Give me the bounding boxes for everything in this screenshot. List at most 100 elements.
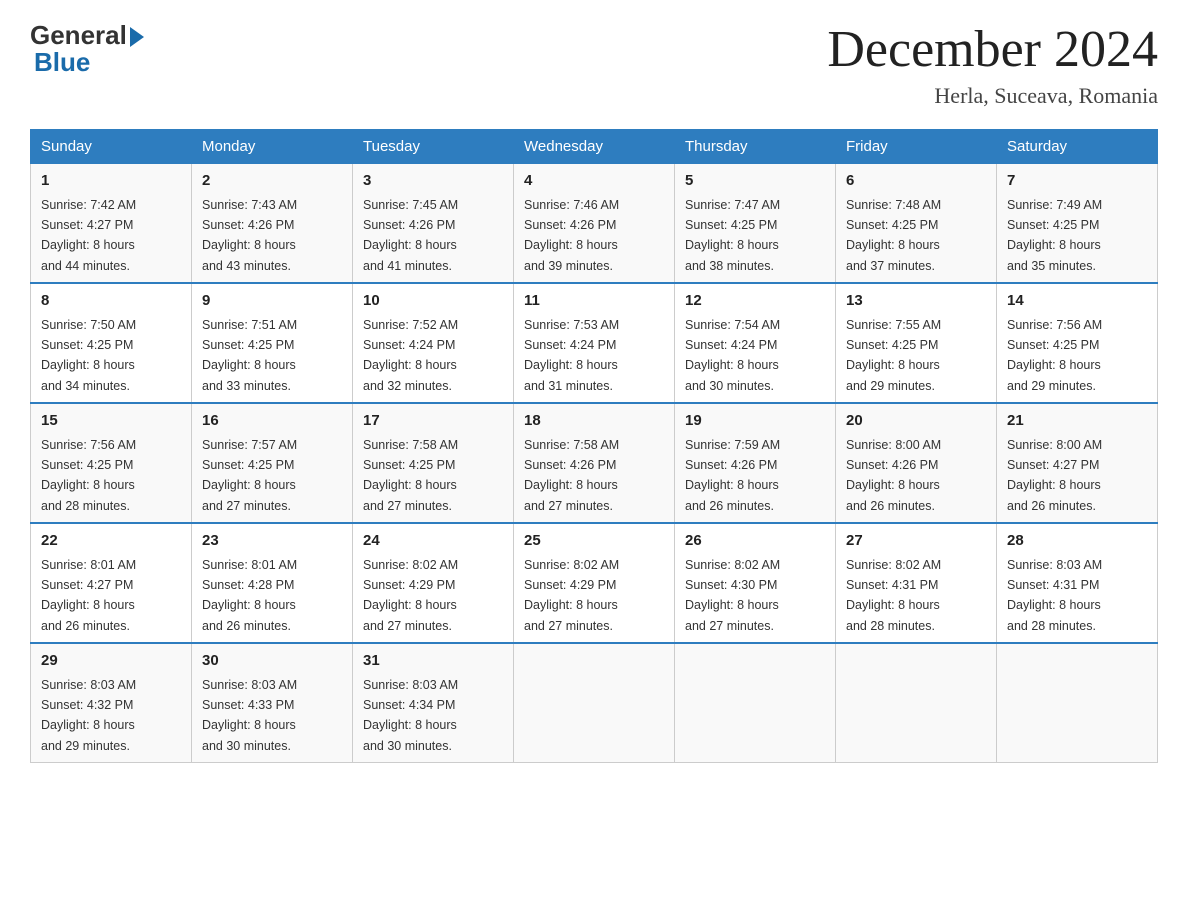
- day-number: 26: [685, 530, 825, 553]
- day-number: 17: [363, 410, 503, 433]
- calendar-week-row: 29 Sunrise: 8:03 AMSunset: 4:32 PMDayligh…: [31, 643, 1158, 763]
- day-info: Sunrise: 8:02 AMSunset: 4:29 PMDaylight:…: [524, 558, 619, 633]
- calendar-cell: [514, 643, 675, 763]
- day-info: Sunrise: 7:56 AMSunset: 4:25 PMDaylight:…: [1007, 318, 1102, 393]
- day-info: Sunrise: 8:03 AMSunset: 4:34 PMDaylight:…: [363, 678, 458, 753]
- day-info: Sunrise: 8:03 AMSunset: 4:33 PMDaylight:…: [202, 678, 297, 753]
- calendar-cell: 11 Sunrise: 7:53 AMSunset: 4:24 PMDayligh…: [514, 283, 675, 403]
- day-info: Sunrise: 8:02 AMSunset: 4:29 PMDaylight:…: [363, 558, 458, 633]
- calendar-week-row: 22Sunrise: 8:01 AMSunset: 4:27 PMDayligh…: [31, 523, 1158, 643]
- calendar-week-row: 15 Sunrise: 7:56 AMSunset: 4:25 PMDayligh…: [31, 403, 1158, 523]
- day-info: Sunrise: 7:54 AMSunset: 4:24 PMDaylight:…: [685, 318, 780, 393]
- calendar-cell: 26 Sunrise: 8:02 AMSunset: 4:30 PMDayligh…: [675, 523, 836, 643]
- day-number: 3: [363, 170, 503, 193]
- calendar-cell: 3 Sunrise: 7:45 AMSunset: 4:26 PMDaylight…: [353, 164, 514, 284]
- day-number: 14: [1007, 290, 1147, 313]
- calendar-week-row: 8 Sunrise: 7:50 AMSunset: 4:25 PMDaylight…: [31, 283, 1158, 403]
- day-info: Sunrise: 8:02 AMSunset: 4:30 PMDaylight:…: [685, 558, 780, 633]
- calendar-cell: 8 Sunrise: 7:50 AMSunset: 4:25 PMDaylight…: [31, 283, 192, 403]
- header-thursday: Thursday: [675, 130, 836, 164]
- day-number: 16: [202, 410, 342, 433]
- day-info: Sunrise: 8:03 AMSunset: 4:31 PMDaylight:…: [1007, 558, 1102, 633]
- title-block: December 2024 Herla, Suceava, Romania: [827, 20, 1158, 109]
- day-info: Sunrise: 7:48 AMSunset: 4:25 PMDaylight:…: [846, 198, 941, 273]
- day-number: 21: [1007, 410, 1147, 433]
- calendar-cell: [675, 643, 836, 763]
- calendar-week-row: 1 Sunrise: 7:42 AMSunset: 4:27 PMDaylight…: [31, 164, 1158, 284]
- logo-blue-text: Blue: [30, 47, 90, 78]
- calendar-cell: 4 Sunrise: 7:46 AMSunset: 4:26 PMDaylight…: [514, 164, 675, 284]
- month-title: December 2024: [827, 20, 1158, 79]
- calendar-cell: 25 Sunrise: 8:02 AMSunset: 4:29 PMDayligh…: [514, 523, 675, 643]
- day-info: Sunrise: 7:51 AMSunset: 4:25 PMDaylight:…: [202, 318, 297, 393]
- day-number: 18: [524, 410, 664, 433]
- calendar-cell: 13Sunrise: 7:55 AMSunset: 4:25 PMDayligh…: [836, 283, 997, 403]
- calendar-cell: [997, 643, 1158, 763]
- day-info: Sunrise: 7:42 AMSunset: 4:27 PMDaylight:…: [41, 198, 136, 273]
- day-info: Sunrise: 8:01 AMSunset: 4:28 PMDaylight:…: [202, 558, 297, 633]
- day-info: Sunrise: 7:53 AMSunset: 4:24 PMDaylight:…: [524, 318, 619, 393]
- day-info: Sunrise: 7:45 AMSunset: 4:26 PMDaylight:…: [363, 198, 458, 273]
- day-number: 11: [524, 290, 664, 313]
- header-tuesday: Tuesday: [353, 130, 514, 164]
- day-number: 24: [363, 530, 503, 553]
- header-sunday: Sunday: [31, 130, 192, 164]
- header-saturday: Saturday: [997, 130, 1158, 164]
- header-friday: Friday: [836, 130, 997, 164]
- calendar-cell: 30 Sunrise: 8:03 AMSunset: 4:33 PMDayligh…: [192, 643, 353, 763]
- day-number: 22: [41, 530, 181, 553]
- day-number: 4: [524, 170, 664, 193]
- day-number: 7: [1007, 170, 1147, 193]
- day-number: 28: [1007, 530, 1147, 553]
- day-info: Sunrise: 7:59 AMSunset: 4:26 PMDaylight:…: [685, 438, 780, 513]
- calendar-cell: [836, 643, 997, 763]
- day-number: 13: [846, 290, 986, 313]
- calendar-cell: 17Sunrise: 7:58 AMSunset: 4:25 PMDayligh…: [353, 403, 514, 523]
- day-info: Sunrise: 7:49 AMSunset: 4:25 PMDaylight:…: [1007, 198, 1102, 273]
- day-info: Sunrise: 7:46 AMSunset: 4:26 PMDaylight:…: [524, 198, 619, 273]
- calendar-cell: 9 Sunrise: 7:51 AMSunset: 4:25 PMDaylight…: [192, 283, 353, 403]
- calendar-cell: 16Sunrise: 7:57 AMSunset: 4:25 PMDayligh…: [192, 403, 353, 523]
- header-wednesday: Wednesday: [514, 130, 675, 164]
- calendar-cell: 10 Sunrise: 7:52 AMSunset: 4:24 PMDayligh…: [353, 283, 514, 403]
- day-number: 19: [685, 410, 825, 433]
- calendar-cell: 7 Sunrise: 7:49 AMSunset: 4:25 PMDaylight…: [997, 164, 1158, 284]
- day-number: 29: [41, 650, 181, 673]
- day-info: Sunrise: 7:58 AMSunset: 4:26 PMDaylight:…: [524, 438, 619, 513]
- day-info: Sunrise: 8:00 AMSunset: 4:27 PMDaylight:…: [1007, 438, 1102, 513]
- day-number: 25: [524, 530, 664, 553]
- logo-arrow-icon: [130, 27, 144, 47]
- calendar-cell: 15 Sunrise: 7:56 AMSunset: 4:25 PMDayligh…: [31, 403, 192, 523]
- calendar-table: SundayMondayTuesdayWednesdayThursdayFrid…: [30, 129, 1158, 763]
- day-info: Sunrise: 8:00 AMSunset: 4:26 PMDaylight:…: [846, 438, 941, 513]
- day-info: Sunrise: 8:03 AMSunset: 4:32 PMDaylight:…: [41, 678, 136, 753]
- calendar-cell: 19 Sunrise: 7:59 AMSunset: 4:26 PMDayligh…: [675, 403, 836, 523]
- calendar-cell: 1 Sunrise: 7:42 AMSunset: 4:27 PMDaylight…: [31, 164, 192, 284]
- day-number: 30: [202, 650, 342, 673]
- day-number: 10: [363, 290, 503, 313]
- day-info: Sunrise: 7:50 AMSunset: 4:25 PMDaylight:…: [41, 318, 136, 393]
- day-number: 9: [202, 290, 342, 313]
- day-info: Sunrise: 7:52 AMSunset: 4:24 PMDaylight:…: [363, 318, 458, 393]
- calendar-header-row: SundayMondayTuesdayWednesdayThursdayFrid…: [31, 130, 1158, 164]
- day-number: 20: [846, 410, 986, 433]
- location-title: Herla, Suceava, Romania: [827, 83, 1158, 109]
- day-info: Sunrise: 7:56 AMSunset: 4:25 PMDaylight:…: [41, 438, 136, 513]
- day-number: 8: [41, 290, 181, 313]
- calendar-cell: 28 Sunrise: 8:03 AMSunset: 4:31 PMDayligh…: [997, 523, 1158, 643]
- calendar-cell: 24 Sunrise: 8:02 AMSunset: 4:29 PMDayligh…: [353, 523, 514, 643]
- calendar-cell: 12Sunrise: 7:54 AMSunset: 4:24 PMDayligh…: [675, 283, 836, 403]
- day-info: Sunrise: 8:02 AMSunset: 4:31 PMDaylight:…: [846, 558, 941, 633]
- day-info: Sunrise: 7:43 AMSunset: 4:26 PMDaylight:…: [202, 198, 297, 273]
- day-number: 15: [41, 410, 181, 433]
- day-number: 2: [202, 170, 342, 193]
- calendar-cell: 14 Sunrise: 7:56 AMSunset: 4:25 PMDayligh…: [997, 283, 1158, 403]
- logo: General Blue: [30, 20, 144, 78]
- header-monday: Monday: [192, 130, 353, 164]
- day-number: 31: [363, 650, 503, 673]
- day-number: 23: [202, 530, 342, 553]
- calendar-cell: 5Sunrise: 7:47 AMSunset: 4:25 PMDaylight…: [675, 164, 836, 284]
- day-number: 1: [41, 170, 181, 193]
- page-header: General Blue December 2024 Herla, Suceav…: [30, 20, 1158, 109]
- day-info: Sunrise: 7:47 AMSunset: 4:25 PMDaylight:…: [685, 198, 780, 273]
